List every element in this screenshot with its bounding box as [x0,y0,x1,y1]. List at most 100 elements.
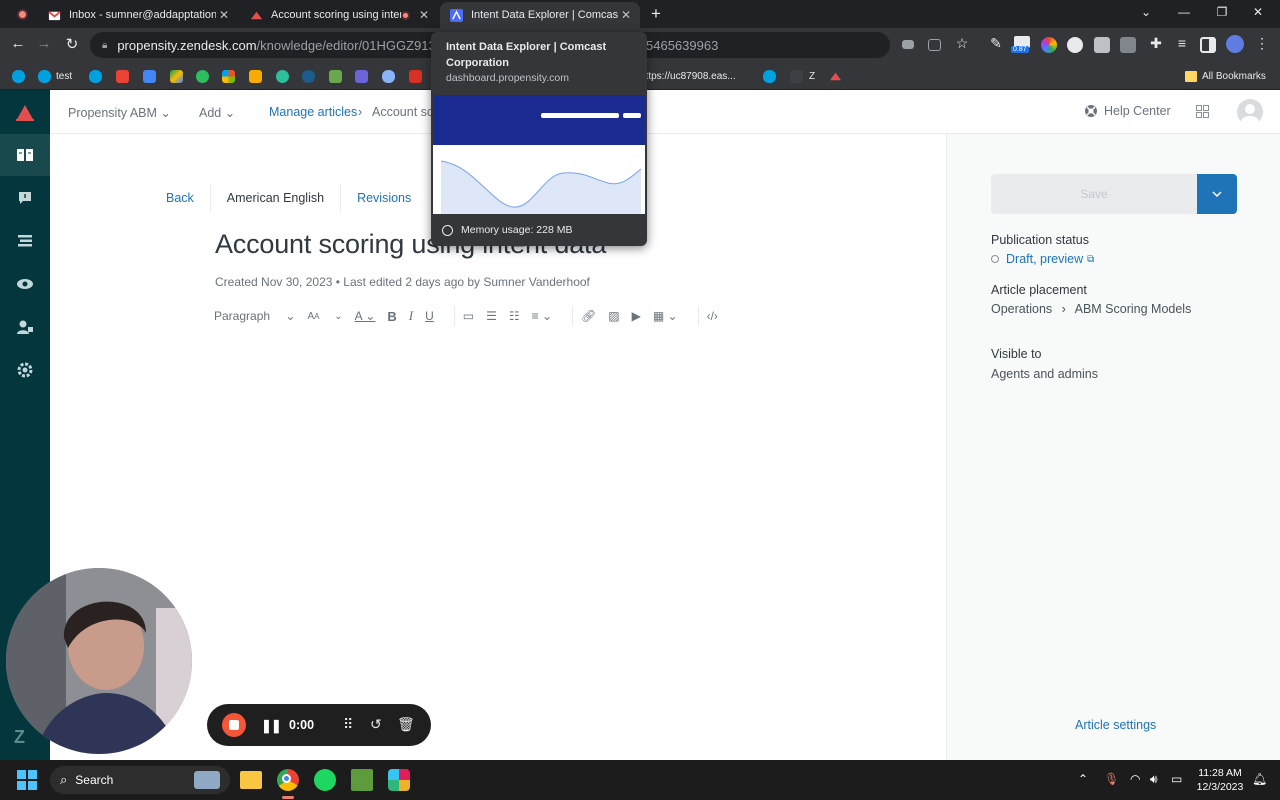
drag-handle-icon[interactable]: ⠿ [343,716,353,733]
article-placement-value[interactable]: Operations › ABM Scoring Models [991,302,1191,316]
bookmark-hubspot[interactable] [276,68,294,84]
visible-to-value[interactable]: Agents and admins [991,367,1098,381]
tab-gmail[interactable]: Inbox - sumner@addapptation.co ✕ [38,2,238,28]
bookmark-analytics[interactable] [249,68,267,84]
draft-preview-link[interactable]: Draft, preview [1006,252,1083,266]
file-explorer-icon[interactable] [240,771,262,789]
extension-badge[interactable]: 0.87 [1011,36,1033,54]
publication-status-value[interactable]: Draft, preview ⧉ [991,252,1094,266]
user-avatar[interactable] [1237,99,1263,125]
align-icon[interactable]: ≡ ⌄ [532,309,552,323]
color-wheel-icon[interactable] [1041,37,1057,53]
bookmark-red-app[interactable] [409,68,427,84]
video-icon[interactable]: ▶ [632,309,641,323]
bookmark-cloud[interactable] [382,68,400,84]
extension-grey-icon[interactable] [1120,37,1136,53]
text-color-icon[interactable]: A ⌄ [355,309,376,323]
close-tab-icon[interactable]: ✕ [618,8,634,22]
bookmark-test[interactable]: test [38,68,72,84]
numbered-list-icon[interactable]: ☷ [509,309,520,323]
pause-button[interactable]: ❚❚ [261,718,282,734]
trash-icon[interactable]: 🗑︎ [397,716,415,733]
stop-recording-button[interactable] [222,713,246,737]
sidebar-item-arrange[interactable] [0,220,50,262]
bookmark-evernote[interactable] [196,68,214,84]
sheets-app-icon[interactable] [351,769,373,791]
sidebar-item-preview[interactable] [0,263,50,305]
reload-icon[interactable]: ↻ [62,35,82,53]
font-size-icon[interactable]: AA ⌄ [307,311,342,322]
bold-icon[interactable]: B [387,309,396,324]
zendesk-guide-logo[interactable] [14,102,36,124]
bookmark-salesforce-2[interactable] [89,68,107,84]
image-icon[interactable]: ▨ [608,309,619,323]
bookmark-salesforce-3[interactable] [302,68,320,84]
bullet-list-icon[interactable]: ☰ [486,309,497,323]
wifi-icon[interactable]: ◠ [1130,772,1140,786]
bookmark-zendesk[interactable] [829,68,842,84]
webcam-bubble[interactable] [6,568,192,754]
taskbar-search[interactable]: ⌕ Search [50,766,230,794]
add-dropdown[interactable]: Add ⌄ [199,105,235,120]
tab-intent-data-explorer[interactable]: Intent Data Explorer | Comcast C ✕ [440,2,640,28]
all-bookmarks[interactable]: All Bookmarks [1185,68,1266,84]
paragraph-format-dropdown[interactable]: Paragraph ⌄ [214,309,295,323]
link-icon[interactable]: 🔗︎ [581,309,596,323]
code-block-icon[interactable]: ▭ [463,309,474,323]
battery-icon[interactable]: ▭ [1171,772,1182,786]
source-code-icon[interactable]: ‹/› [707,309,718,323]
bookmark-star-icon[interactable]: ☆ [952,35,972,52]
sidebar-item-requests[interactable] [0,177,50,219]
save-options-button[interactable] [1197,174,1237,214]
microphone-icon[interactable]: 🎙︎ [1104,772,1119,786]
side-panel-icon[interactable] [1200,37,1216,53]
workspace-dropdown[interactable]: Propensity ABM ⌄ [68,105,171,120]
system-clock[interactable]: 11:28 AM 12/3/2023 [1195,766,1245,794]
tab-search-icon[interactable]: ⌄ [1136,5,1156,19]
table-icon[interactable]: ▦ ⌄ [653,309,678,323]
chrome-menu-icon[interactable]: ⋮ [1252,35,1272,52]
minimize-icon[interactable]: — [1174,5,1194,19]
manage-articles-link[interactable]: Manage articles [269,105,357,119]
chrome-icon[interactable] [277,769,299,791]
extension-circle-icon[interactable] [1067,37,1083,53]
close-tab-icon[interactable]: ✕ [416,8,432,22]
underline-icon[interactable]: U [425,309,434,323]
profile-avatar[interactable] [1226,35,1244,53]
restart-icon[interactable]: ↺ [370,716,382,733]
help-center-link[interactable]: Help Center [1084,104,1171,118]
bookmark-app-purple[interactable] [355,68,373,84]
bookmark-z[interactable]: Z [809,68,815,84]
bookmark-salesforce-4[interactable] [763,68,781,84]
share-icon[interactable] [928,39,941,51]
notification-bell-icon[interactable]: 🔔︎ [1252,772,1267,786]
screenshot-icon[interactable] [1094,37,1110,53]
sidebar-item-user-permissions[interactable] [0,306,50,348]
new-tab-button[interactable]: + [646,4,666,24]
volume-icon[interactable]: 🔊︎ [1150,772,1158,787]
back-link[interactable]: Back [166,191,194,205]
reading-list-icon[interactable]: ≡ [1172,35,1192,51]
camera-icon[interactable] [902,40,914,49]
tray-chevron-icon[interactable]: ⌃ [1078,772,1088,786]
bookmark-sheet[interactable] [329,68,347,84]
back-arrow-icon[interactable]: ← [8,35,28,52]
pen-extension-icon[interactable]: ✎ [986,35,1006,52]
save-button[interactable]: Save [991,174,1197,214]
sidebar-item-settings[interactable] [0,349,50,391]
apps-grid-icon[interactable] [1196,105,1209,118]
bookmark-uc-link[interactable]: https://uc87908.eas... [640,68,736,84]
extensions-puzzle-icon[interactable]: ✚ [1146,35,1166,52]
sidebar-item-knowledge[interactable] [0,134,50,176]
windows-start-icon[interactable] [17,770,37,790]
close-window-icon[interactable]: ✕ [1248,5,1268,19]
forward-arrow-icon[interactable]: → [34,35,54,52]
bookmark-microsoft[interactable] [222,68,240,84]
bookmark-drive[interactable] [170,68,188,84]
spotify-icon[interactable] [314,769,336,791]
slack-icon[interactable] [388,769,410,791]
language-selector[interactable]: American English [227,191,324,205]
revisions-link[interactable]: Revisions [357,191,411,205]
bookmark-calendar[interactable] [143,68,161,84]
article-settings-link[interactable]: Article settings [1075,718,1156,732]
